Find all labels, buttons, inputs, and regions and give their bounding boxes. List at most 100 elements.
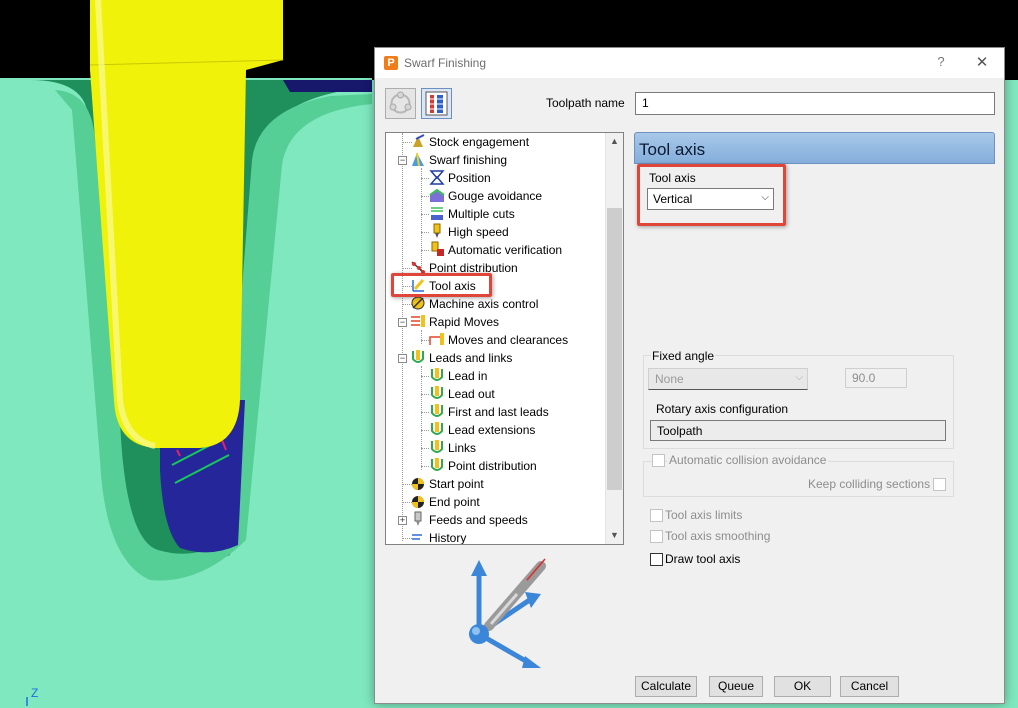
tree-item-high-speed[interactable]: High speed (429, 223, 509, 241)
ok-button[interactable]: OK (774, 676, 831, 697)
tool-axis-select[interactable]: Vertical ⌵ (647, 188, 774, 210)
start-point-icon (410, 475, 426, 491)
tree-item-lead-in[interactable]: Lead in (429, 367, 487, 385)
rapid-moves-icon (410, 313, 426, 329)
background-edge (283, 80, 372, 92)
tool-axis-limits-label: Tool axis limits (665, 508, 743, 522)
tool-axis-select-value: Vertical (653, 192, 693, 206)
automatic-verification-icon (429, 241, 445, 257)
stock-engagement-icon (410, 133, 426, 149)
tree-item-swarf-finishing[interactable]: Swarf finishing (410, 151, 507, 169)
fixed-angle-select[interactable]: None ⌵ (648, 368, 808, 390)
panel-title: Tool axis (639, 140, 706, 159)
tree-item-rapid-moves[interactable]: Rapid Moves (410, 313, 499, 331)
tree-connector (421, 168, 422, 272)
multiple-cuts-icon (429, 205, 445, 221)
calculate-button[interactable]: Calculate (635, 676, 697, 697)
tree-item-tool-axis[interactable]: Tool axis (410, 277, 476, 295)
fixed-angle-input[interactable]: 90.0 (845, 368, 907, 388)
draw-tool-axis-label: Draw tool axis (665, 552, 741, 566)
tree-connector (421, 366, 422, 470)
end-point-icon (410, 493, 426, 509)
tool-axis-limits-checkbox[interactable] (650, 509, 663, 522)
fixed-angle-label: Fixed angle (651, 349, 716, 363)
chevron-down-icon: ⌵ (795, 372, 803, 383)
strategy-tree[interactable]: − − − + Stock engagement Swarf finishing… (385, 132, 624, 545)
dialog-title: Swarf Finishing (404, 56, 487, 70)
tree-item-automatic-verification[interactable]: Automatic verification (429, 241, 562, 259)
swarf-finishing-dialog[interactable]: P Swarf Finishing ? ✕ Toolpath name 1 − … (374, 47, 1005, 704)
machine-axis-control-icon (410, 295, 426, 311)
strategy-button[interactable] (385, 88, 416, 119)
strategy-icon (389, 91, 412, 114)
tree-item-gouge-avoidance[interactable]: Gouge avoidance (429, 187, 542, 205)
tree-item-start-point[interactable]: Start point (410, 475, 484, 493)
tool-axis-gizmo-icon (469, 558, 546, 668)
tree-item-lead-extensions[interactable]: Lead extensions (429, 421, 535, 439)
point-distribution-icon (410, 259, 426, 275)
scroll-down-icon[interactable]: ▼ (606, 527, 623, 544)
tree-item-position[interactable]: Position (429, 169, 491, 187)
tree-item-point-distribution[interactable]: Point distribution (410, 259, 518, 277)
links-icon (429, 439, 445, 455)
fixed-angle-select-value: None (655, 372, 684, 386)
rotary-axis-label: Rotary axis configuration (656, 402, 789, 416)
tree-item-first-last-leads[interactable]: First and last leads (429, 403, 549, 421)
preview-icon (425, 91, 448, 116)
panel-header: Tool axis (634, 132, 995, 164)
queue-button[interactable]: Queue (709, 676, 763, 697)
rotary-axis-input[interactable]: Toolpath (650, 420, 946, 441)
preview-button[interactable] (421, 88, 452, 119)
gouge-avoidance-icon (429, 187, 445, 203)
collapse-swarf-finishing[interactable]: − (398, 156, 407, 165)
collapse-leads-links[interactable]: − (398, 354, 407, 363)
lead-in-icon (429, 367, 445, 383)
tree-item-feeds-speeds[interactable]: Feeds and speeds (410, 511, 528, 529)
high-speed-icon (429, 223, 445, 239)
axis-z-label: Z (31, 686, 39, 700)
auto-collision-label: Automatic collision avoidance (667, 453, 829, 467)
tree-items: − − − + Stock engagement Swarf finishing… (386, 133, 606, 544)
first-last-leads-icon (429, 403, 445, 419)
tool-axis-icon (410, 277, 426, 293)
tree-item-history[interactable]: History (410, 529, 466, 544)
tree-item-stock-engagement[interactable]: Stock engagement (410, 133, 529, 151)
tree-item-end-point[interactable]: End point (410, 493, 480, 511)
lead-out-icon (429, 385, 445, 401)
point-distribution-icon (429, 457, 445, 473)
swarf-finishing-icon (410, 151, 426, 167)
toolpath-name-label: Toolpath name (546, 96, 625, 110)
tool-axis-smoothing-label: Tool axis smoothing (665, 529, 771, 543)
tree-connector (421, 330, 422, 344)
history-icon (410, 529, 426, 544)
toolpath-name-input[interactable]: 1 (635, 92, 995, 115)
leads-links-icon (410, 349, 426, 365)
position-icon (429, 169, 445, 185)
tool-axis-smoothing-checkbox[interactable] (650, 530, 663, 543)
close-button[interactable]: ✕ (971, 53, 993, 73)
tree-item-machine-axis-control[interactable]: Machine axis control (410, 295, 538, 313)
tree-item-leads-links[interactable]: Leads and links (410, 349, 512, 367)
expand-feeds-speeds[interactable]: + (398, 516, 407, 525)
auto-collision-checkbox[interactable] (652, 454, 665, 467)
tool-axis-label: Tool axis (649, 171, 696, 185)
cancel-button[interactable]: Cancel (840, 676, 899, 697)
title-bar[interactable]: P Swarf Finishing ? ✕ (375, 48, 1004, 78)
tree-scrollbar[interactable]: ▲ ▼ (605, 133, 623, 544)
tree-item-links[interactable]: Links (429, 439, 476, 457)
keep-colliding-label: Keep colliding sections (808, 477, 931, 491)
tree-connector (402, 133, 403, 541)
app-logo-icon: P (384, 56, 398, 70)
tree-item-moves-clearances[interactable]: Moves and clearances (429, 331, 568, 349)
scroll-thumb[interactable] (607, 208, 622, 490)
tree-item-lead-out[interactable]: Lead out (429, 385, 495, 403)
tree-item-leads-point-distribution[interactable]: Point distribution (429, 457, 537, 475)
collapse-rapid-moves[interactable]: − (398, 318, 407, 327)
moves-clearances-icon (429, 331, 445, 347)
help-button[interactable]: ? (931, 54, 951, 72)
keep-colliding-checkbox[interactable] (933, 478, 946, 491)
tree-item-multiple-cuts[interactable]: Multiple cuts (429, 205, 515, 223)
chevron-down-icon: ⌵ (761, 192, 769, 203)
scroll-up-icon[interactable]: ▲ (606, 133, 623, 150)
draw-tool-axis-checkbox[interactable] (650, 553, 663, 566)
